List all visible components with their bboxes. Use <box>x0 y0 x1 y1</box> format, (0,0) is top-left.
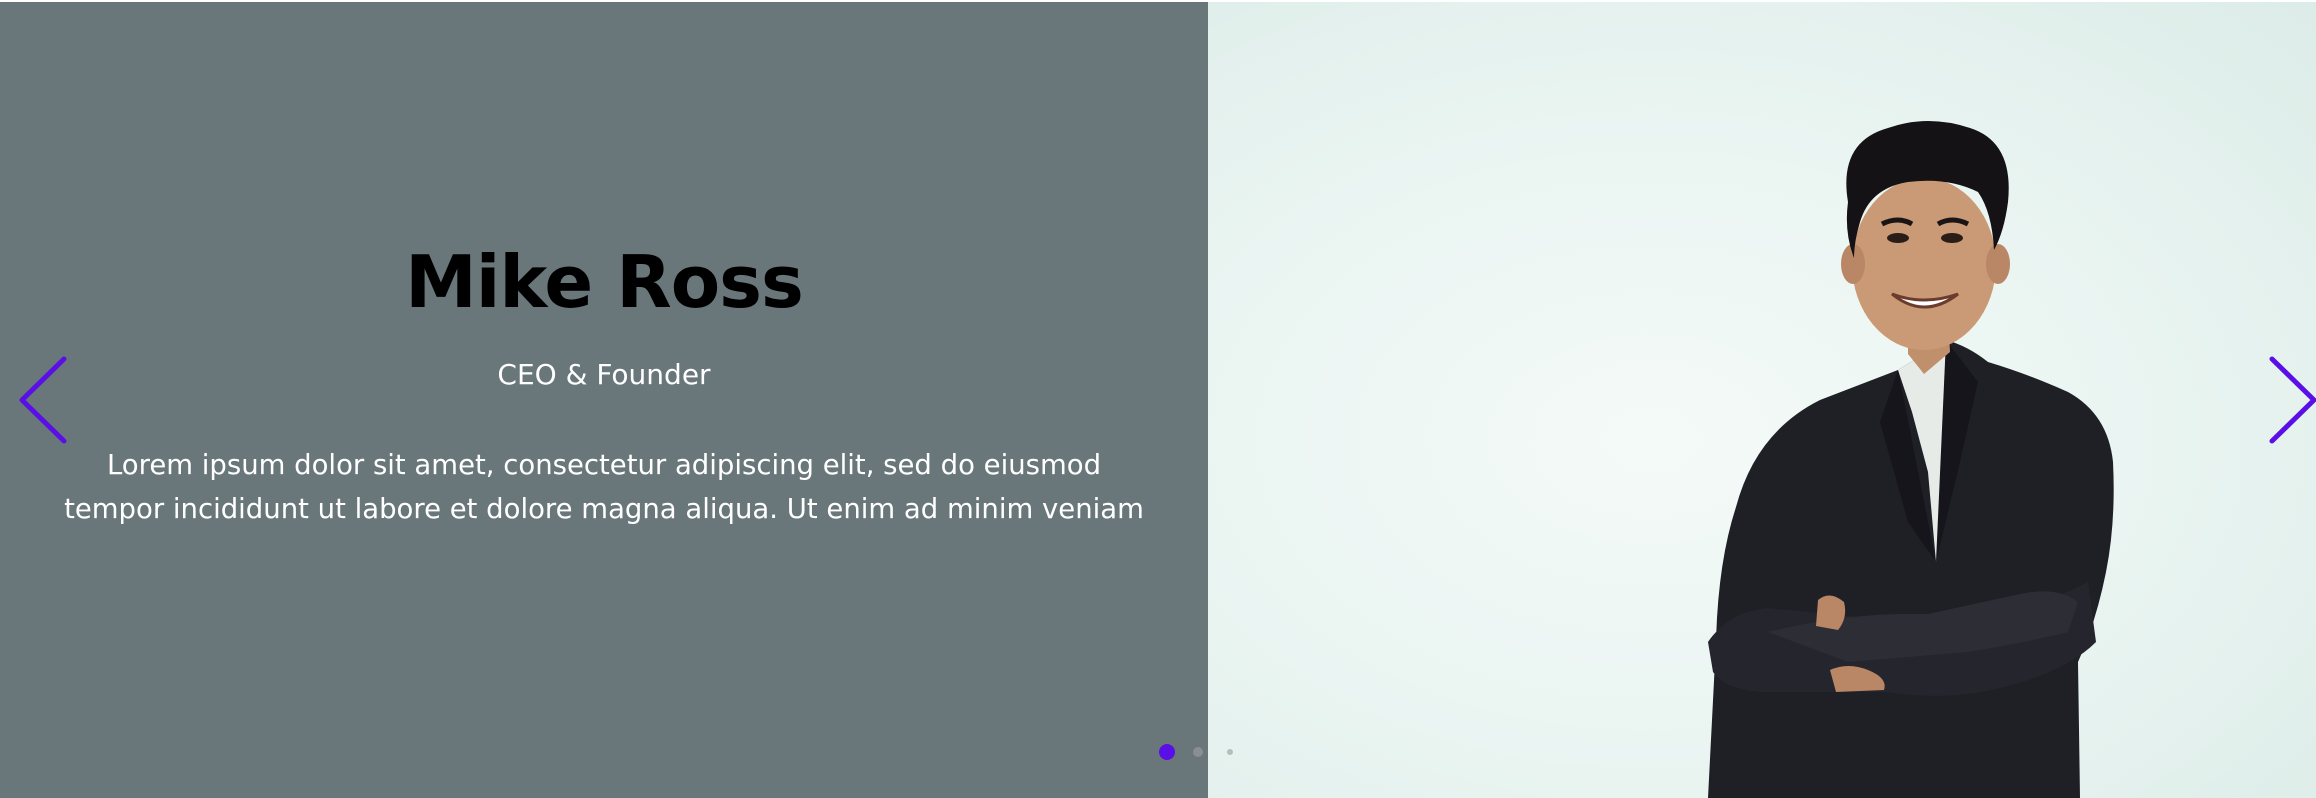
testimonial-quote: Lorem ipsum dolor sit amet, consectetur … <box>64 449 1144 525</box>
testimonial-slider: Mike Ross CEO & Founder Lorem ipsum dolo… <box>0 0 2316 798</box>
person-name: Mike Ross <box>405 240 804 324</box>
person-role: CEO & Founder <box>497 358 711 391</box>
next-slide-button[interactable] <box>2262 355 2316 445</box>
pagination-dot-1[interactable] <box>1159 744 1175 760</box>
chevron-right-icon <box>2269 356 2316 444</box>
previous-slide-button[interactable] <box>14 355 74 445</box>
testimonial-text-panel: Mike Ross CEO & Founder Lorem ipsum dolo… <box>0 2 1208 798</box>
person-photo <box>1208 2 2316 798</box>
person-illustration <box>1708 121 2114 798</box>
pagination-dot-3[interactable] <box>1227 749 1233 755</box>
pagination-dot-2[interactable] <box>1193 747 1203 757</box>
chevron-left-icon <box>19 356 67 444</box>
slide-pagination <box>1156 741 1236 763</box>
